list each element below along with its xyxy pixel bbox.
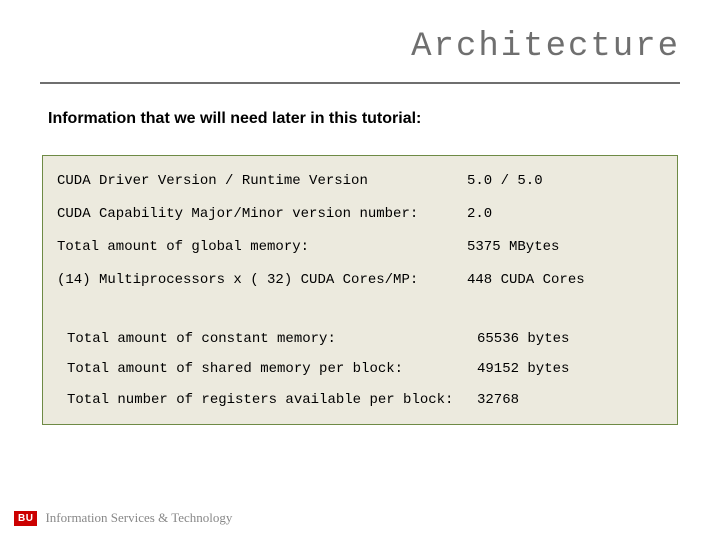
info-label: CUDA Driver Version / Runtime Version bbox=[57, 172, 467, 191]
info-row: Total number of registers available per … bbox=[67, 391, 663, 410]
info-label: Total amount of shared memory per block: bbox=[67, 360, 477, 379]
info-row: Total amount of constant memory: 65536 b… bbox=[67, 330, 663, 349]
info-row: (14) Multiprocessors x ( 32) CUDA Cores/… bbox=[57, 271, 663, 290]
info-label: Total amount of constant memory: bbox=[67, 330, 477, 349]
info-value: 49152 bytes bbox=[477, 360, 663, 379]
info-label: Total amount of global memory: bbox=[57, 238, 467, 257]
info-row: CUDA Capability Major/Minor version numb… bbox=[57, 205, 663, 224]
info-value: 5.0 / 5.0 bbox=[467, 172, 663, 191]
footer: BU Information Services & Technology bbox=[14, 510, 232, 526]
slide: Architecture Information that we will ne… bbox=[0, 0, 720, 540]
info-label: (14) Multiprocessors x ( 32) CUDA Cores/… bbox=[57, 271, 467, 290]
page-title: Architecture bbox=[411, 28, 680, 66]
info-group-a: CUDA Driver Version / Runtime Version 5.… bbox=[57, 172, 663, 290]
info-value: 5375 MBytes bbox=[467, 238, 663, 257]
info-label: Total number of registers available per … bbox=[67, 391, 477, 410]
info-value: 448 CUDA Cores bbox=[467, 271, 663, 290]
info-row: CUDA Driver Version / Runtime Version 5.… bbox=[57, 172, 663, 191]
intro-text: Information that we will need later in t… bbox=[48, 110, 421, 128]
bu-logo-badge: BU bbox=[14, 511, 37, 526]
title-rule bbox=[40, 82, 680, 84]
info-label: CUDA Capability Major/Minor version numb… bbox=[57, 205, 467, 224]
info-value: 65536 bytes bbox=[477, 330, 663, 349]
info-value: 32768 bbox=[477, 391, 663, 410]
info-row: Total amount of shared memory per block:… bbox=[67, 360, 663, 379]
info-row: Total amount of global memory: 5375 MByt… bbox=[57, 238, 663, 257]
footer-text: Information Services & Technology bbox=[45, 510, 232, 526]
info-box: CUDA Driver Version / Runtime Version 5.… bbox=[42, 155, 678, 425]
info-group-b: Total amount of constant memory: 65536 b… bbox=[57, 330, 663, 411]
info-value: 2.0 bbox=[467, 205, 663, 224]
